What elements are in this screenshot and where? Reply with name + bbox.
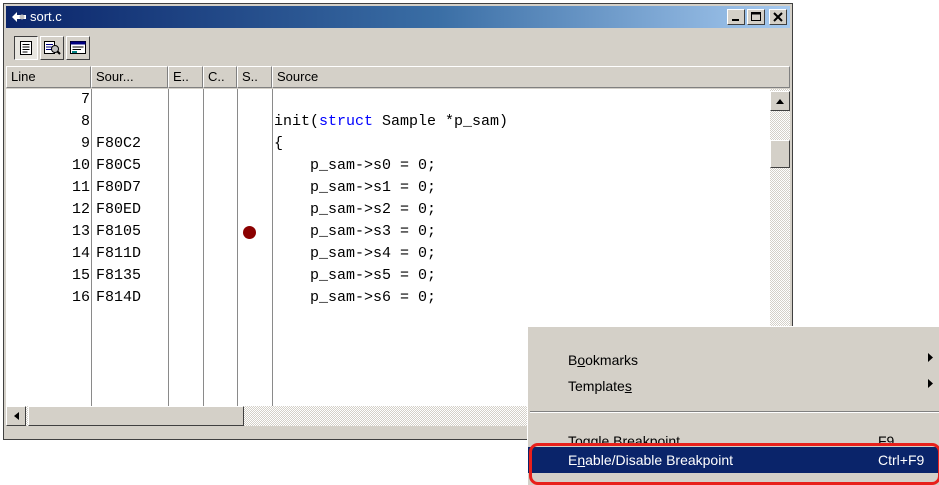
minimize-button[interactable] bbox=[727, 9, 745, 25]
horizontal-scroll-thumb[interactable] bbox=[28, 406, 244, 426]
source-code: { bbox=[274, 135, 284, 152]
arrow-up-icon bbox=[776, 98, 784, 104]
column-c[interactable]: C.. bbox=[203, 66, 237, 88]
address: F80D7 bbox=[96, 179, 142, 196]
arrow-left-icon bbox=[13, 412, 19, 420]
source-row[interactable]: 15 F8135 p_sam->s5 = 0; bbox=[6, 265, 770, 287]
line-number: 8 bbox=[80, 113, 90, 130]
source-code: p_sam->s3 = 0; bbox=[274, 223, 437, 240]
menu-separator bbox=[530, 411, 939, 413]
disassembly-view-button[interactable] bbox=[66, 36, 90, 60]
source-row[interactable]: 16 F814D p_sam->s6 = 0; bbox=[6, 287, 770, 309]
scroll-left-button[interactable] bbox=[6, 406, 26, 426]
source-code: p_sam->s5 = 0; bbox=[274, 267, 437, 284]
submenu-arrow-icon bbox=[928, 379, 933, 388]
column-e[interactable]: E.. bbox=[168, 66, 203, 88]
column-line[interactable]: Line bbox=[6, 66, 91, 88]
source-row[interactable]: 10 F80C5 p_sam->s0 = 0; bbox=[6, 155, 770, 177]
line-number: 7 bbox=[80, 91, 90, 108]
menu-item-label: Bookmarks bbox=[568, 352, 639, 368]
disassembly-view-icon bbox=[70, 41, 86, 54]
column-s[interactable]: S.. bbox=[237, 66, 272, 88]
source-code: p_sam->s6 = 0; bbox=[274, 289, 437, 306]
line-number: 9 bbox=[80, 135, 90, 152]
close-button[interactable] bbox=[769, 9, 787, 25]
line-number: 11 bbox=[71, 179, 90, 196]
toolbar bbox=[6, 30, 790, 64]
address: F8105 bbox=[96, 223, 142, 240]
source-view-icon bbox=[20, 41, 32, 55]
code-text: Sample *p_sam) bbox=[373, 113, 509, 130]
column-source[interactable]: Source bbox=[272, 66, 790, 88]
maximize-icon bbox=[751, 12, 761, 21]
column-source-address[interactable]: Sour... bbox=[91, 66, 168, 88]
menu-item-templates[interactable]: Templates bbox=[528, 373, 939, 399]
line-number: 15 bbox=[71, 267, 90, 284]
keyword: struct bbox=[319, 113, 374, 130]
source-row[interactable]: 11 F80D7 p_sam->s1 = 0; bbox=[6, 177, 770, 199]
source-code: p_sam->s4 = 0; bbox=[274, 245, 437, 262]
line-number: 13 bbox=[71, 223, 90, 240]
source-row[interactable]: 9 F80C2 { bbox=[6, 133, 770, 155]
address: F80C2 bbox=[96, 135, 142, 152]
close-icon bbox=[773, 12, 783, 22]
scroll-up-button[interactable] bbox=[770, 91, 790, 111]
code-text: init( bbox=[274, 113, 320, 130]
source-code: p_sam->s2 = 0; bbox=[274, 201, 437, 218]
source-row[interactable]: 14 F811D p_sam->s4 = 0; bbox=[6, 243, 770, 265]
mixed-view-button[interactable] bbox=[40, 36, 64, 60]
window-title: sort.c bbox=[30, 9, 62, 24]
address: F80C5 bbox=[96, 157, 142, 174]
annotation-highlight-ring bbox=[529, 443, 939, 485]
address: F8135 bbox=[96, 267, 142, 284]
line-number: 14 bbox=[71, 245, 90, 262]
address: F811D bbox=[96, 245, 142, 262]
mixed-view-icon bbox=[44, 41, 61, 55]
source-row[interactable]: 7 bbox=[6, 89, 770, 111]
breakpoint-icon[interactable] bbox=[243, 226, 256, 239]
line-number: 16 bbox=[71, 289, 90, 306]
address: F814D bbox=[96, 289, 142, 306]
column-header: Line Sour... E.. C.. S.. Source bbox=[6, 66, 790, 88]
source-view-button[interactable] bbox=[14, 36, 38, 60]
source-code: p_sam->s0 = 0; bbox=[274, 157, 437, 174]
source-code: p_sam->s1 = 0; bbox=[274, 179, 437, 196]
title-bar[interactable]: sort.c bbox=[6, 6, 790, 28]
source-row[interactable]: 12 F80ED p_sam->s2 = 0; bbox=[6, 199, 770, 221]
vertical-scroll-thumb[interactable] bbox=[770, 140, 790, 168]
menu-item-bookmarks[interactable]: Bookmarks bbox=[528, 347, 939, 373]
minimize-icon bbox=[732, 19, 739, 21]
submenu-arrow-icon bbox=[928, 353, 933, 362]
source-code: init(struct Sample *p_sam) bbox=[274, 111, 508, 133]
file-icon bbox=[12, 12, 26, 22]
source-row[interactable]: 8 init(struct Sample *p_sam) bbox=[6, 111, 770, 133]
menu-item-label: Templates bbox=[568, 378, 632, 394]
line-number: 12 bbox=[71, 201, 90, 218]
line-number: 10 bbox=[71, 157, 90, 174]
source-row[interactable]: 13 F8105 p_sam->s3 = 0; bbox=[6, 221, 770, 243]
address: F80ED bbox=[96, 201, 142, 218]
maximize-button[interactable] bbox=[747, 9, 765, 25]
